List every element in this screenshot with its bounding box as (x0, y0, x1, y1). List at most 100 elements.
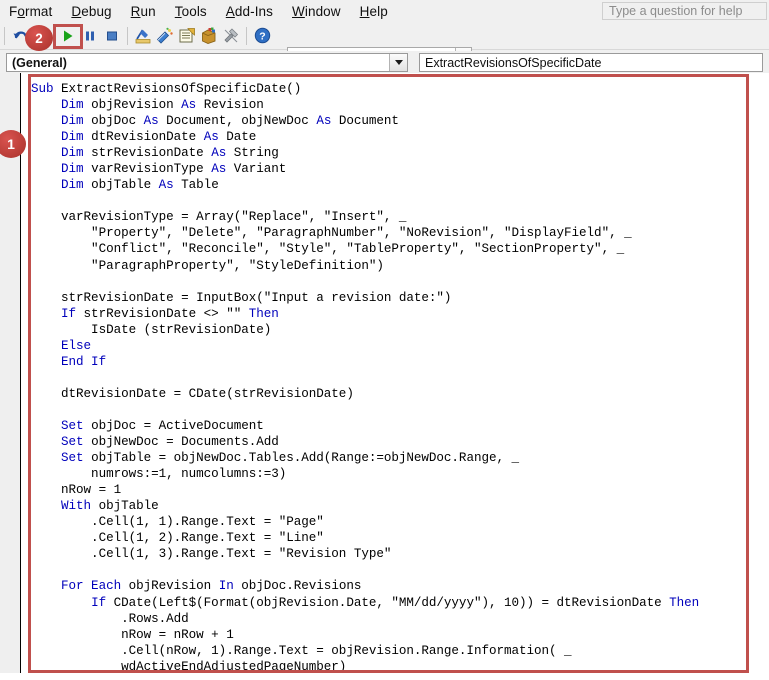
code-editor-pane[interactable]: Sub ExtractRevisionsOfSpecificDate() Dim… (0, 73, 769, 680)
project-explorer-button[interactable] (154, 25, 176, 47)
code-token (31, 130, 61, 144)
code-line: "ParagraphProperty", "StyleDefinition") (31, 258, 761, 274)
code-token: IsDate (strRevisionDate) (31, 323, 271, 337)
code-token: CDate(Left$(Format(objRevision.Date, "MM… (106, 596, 669, 610)
object-combo-dropdown-button[interactable] (389, 54, 407, 71)
code-keyword: As (181, 98, 196, 112)
toolbox-icon (222, 27, 240, 45)
code-keyword: Dim (61, 130, 84, 144)
code-token: varRevisionType = Array("Replace", "Inse… (31, 210, 406, 224)
margin-indicator-bar[interactable] (0, 73, 21, 680)
help-question-placeholder: Type a question for help (603, 4, 742, 18)
code-line: "Property", "Delete", "ParagraphNumber",… (31, 225, 761, 241)
code-keyword: If (61, 307, 76, 321)
code-token: Variant (226, 162, 286, 176)
properties-window-icon (178, 27, 196, 45)
toolbox-button[interactable] (220, 25, 242, 47)
code-keyword: Set (61, 435, 84, 449)
code-token (31, 419, 61, 433)
svg-text:?: ? (259, 30, 265, 42)
code-keyword: Sub (31, 82, 54, 96)
code-line: Set objNewDoc = Documents.Add (31, 434, 761, 450)
code-line: dtRevisionDate = CDate(strRevisionDate) (31, 386, 761, 402)
code-token: varRevisionType (84, 162, 212, 176)
code-line (31, 193, 761, 209)
undo-button[interactable] (9, 25, 31, 47)
menu-item-help[interactable]: Help (351, 2, 398, 21)
project-explorer-icon (156, 27, 174, 45)
code-line: Dim objRevision As Revision (31, 97, 761, 113)
question-mark-help-icon: ? (254, 27, 271, 44)
code-keyword: For Each (61, 579, 121, 593)
code-token: dtRevisionDate = CDate(strRevisionDate) (31, 387, 354, 401)
code-line: If strRevisionDate <> "" Then (31, 306, 761, 322)
object-combo-box[interactable]: (General) (6, 53, 408, 72)
code-line: Dim varRevisionType As Variant (31, 161, 761, 177)
code-editor-text[interactable]: Sub ExtractRevisionsOfSpecificDate() Dim… (31, 81, 761, 675)
stop-square-icon (104, 28, 120, 44)
menu-item-add-ins[interactable]: Add-Ins (217, 2, 283, 21)
menu-bar: Format Debug Run Tools Add-Ins Window He… (0, 0, 769, 22)
code-line: Dim objDoc As Document, objNewDoc As Doc… (31, 113, 761, 129)
code-token: nRow = 1 (31, 483, 121, 497)
procedure-combo-box[interactable]: ExtractRevisionsOfSpecificDate (419, 53, 763, 72)
code-token (31, 435, 61, 449)
reset-button[interactable] (101, 25, 123, 47)
code-keyword: As (316, 114, 331, 128)
code-token: objNewDoc = Documents.Add (84, 435, 279, 449)
help-question-box[interactable]: Type a question for help (602, 2, 767, 20)
code-line: .Cell(1, 2).Range.Text = "Line" (31, 530, 761, 546)
code-line: IsDate (strRevisionDate) (31, 322, 761, 338)
code-keyword: As (159, 178, 174, 192)
procedure-combo-value: ExtractRevisionsOfSpecificDate (420, 56, 601, 70)
properties-window-button[interactable] (176, 25, 198, 47)
code-token: .Rows.Add (31, 612, 189, 626)
code-token: Table (174, 178, 219, 192)
code-keyword: Dim (61, 178, 84, 192)
code-token: .Cell(1, 1).Range.Text = "Page" (31, 515, 324, 529)
object-browser-button[interactable] (198, 25, 220, 47)
code-token: objDoc (84, 114, 144, 128)
code-token: numrows:=1, numcolumns:=3) (31, 467, 286, 481)
menu-item-tools[interactable]: Tools (166, 2, 217, 21)
break-button[interactable] (79, 25, 101, 47)
code-token: strRevisionDate <> "" (76, 307, 249, 321)
chevron-down-icon (395, 60, 403, 65)
code-token (31, 307, 61, 321)
code-line (31, 562, 761, 578)
code-keyword: Dim (61, 114, 84, 128)
code-line: .Cell(nRow, 1).Range.Text = objRevision.… (31, 643, 761, 659)
menu-item-window[interactable]: Window (283, 2, 351, 21)
run-sub-userform-button[interactable] (57, 25, 79, 47)
code-token (31, 579, 61, 593)
code-keyword: As (144, 114, 159, 128)
code-token: dtRevisionDate (84, 130, 204, 144)
code-line: varRevisionType = Array("Replace", "Inse… (31, 209, 761, 225)
code-line: numrows:=1, numcolumns:=3) (31, 466, 761, 482)
code-keyword: As (211, 146, 226, 160)
help-button[interactable]: ? (251, 25, 273, 47)
code-line (31, 402, 761, 418)
code-keyword: Dim (61, 98, 84, 112)
toolbar-divider (4, 27, 5, 45)
code-line: Else (31, 338, 761, 354)
code-token: objDoc = ActiveDocument (84, 419, 264, 433)
code-token (31, 451, 61, 465)
code-keyword: Set (61, 419, 84, 433)
code-token: Revision (196, 98, 264, 112)
code-line (31, 370, 761, 386)
code-line: Dim strRevisionDate As String (31, 145, 761, 161)
code-line: Dim objTable As Table (31, 177, 761, 193)
menu-item-format[interactable]: Format (0, 2, 62, 21)
code-keyword: With (61, 499, 91, 513)
design-mode-button[interactable] (132, 25, 154, 47)
code-token (31, 339, 61, 353)
code-token: objRevision (121, 579, 219, 593)
code-token: String (226, 146, 279, 160)
code-line: nRow = 1 (31, 482, 761, 498)
code-token: .Cell(nRow, 1).Range.Text = objRevision.… (31, 644, 572, 658)
code-line: Set objDoc = ActiveDocument (31, 418, 761, 434)
menu-item-run[interactable]: Run (122, 2, 166, 21)
code-line: .Cell(1, 3).Range.Text = "Revision Type" (31, 546, 761, 562)
menu-item-debug[interactable]: Debug (62, 2, 121, 21)
